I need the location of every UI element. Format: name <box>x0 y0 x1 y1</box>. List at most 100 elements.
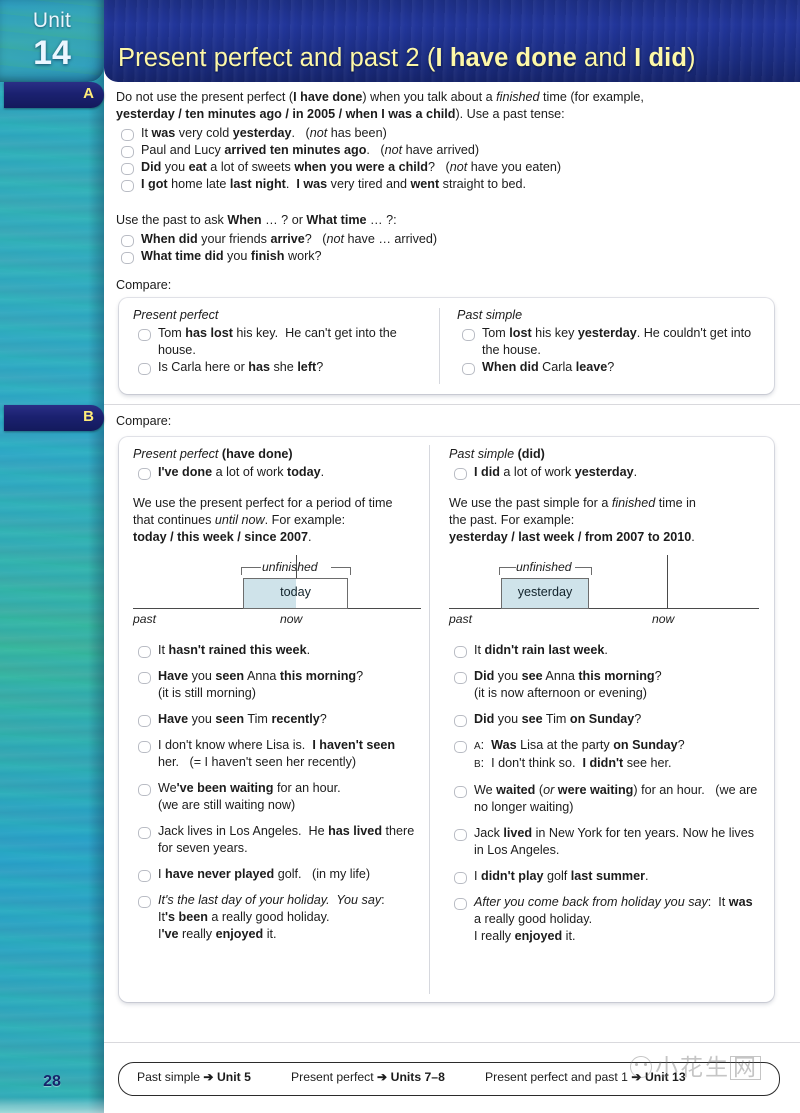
timeline-past-label: past <box>133 612 157 626</box>
list-item: Tom has lost his key. He can't get into … <box>133 325 433 359</box>
section-b-left-column: Present perfect (have done) I've done a … <box>133 446 421 546</box>
timeline-unfinished-label: unfinished <box>516 560 572 574</box>
list-item: Have you seen Anna this morning? (it is s… <box>133 668 421 702</box>
list-item: After you come back from holiday you say… <box>449 894 759 945</box>
bullet-circle-icon <box>138 826 151 839</box>
list-item: Did you see Tim on Sunday? <box>449 711 759 728</box>
footer-link-present-perfect[interactable]: Present perfect ➔ Units 7–8 <box>291 1070 445 1084</box>
bracket-left <box>499 567 516 575</box>
right-explain-line2: the past. For example: <box>449 513 575 527</box>
bullet-circle-icon <box>454 785 467 798</box>
footer-link-target: Units 7–8 <box>390 1070 445 1084</box>
bullet-circle-icon <box>121 128 134 141</box>
bullet-circle-icon <box>138 869 151 882</box>
bullet-circle-icon <box>454 714 467 727</box>
arrow-right-icon: ➔ <box>631 1070 642 1084</box>
timeline-period-box: today <box>243 578 348 609</box>
left-explanation: We use the present perfect for a period … <box>133 495 421 546</box>
section-b-compare-card: Present perfect (have done) I've done a … <box>119 437 774 1002</box>
margin-shadow-bottom <box>0 1097 104 1113</box>
timeline-present-perfect: today unfinished past now <box>133 555 421 627</box>
list-item: A: Was Lisa at the party on Sunday? B: I … <box>449 737 759 773</box>
col-heading-present-perfect: Present perfect (have done) <box>133 447 293 461</box>
list-item: It didn't rain last week. <box>449 642 759 659</box>
timeline-period-box: yesterday <box>501 578 589 609</box>
list-item: We've been waiting for an hour. (we are s… <box>133 780 421 814</box>
bullet-circle-icon <box>454 871 467 884</box>
bullet-circle-icon <box>454 740 467 753</box>
bracket-left <box>241 567 261 575</box>
bullet-circle-icon <box>121 145 134 158</box>
bullet-circle-icon <box>138 740 151 753</box>
bracket-right <box>575 567 592 575</box>
timeline-past-simple: yesterday unfinished past now <box>449 555 759 627</box>
compare-right-list: Tom lost his key yesterday. He couldn't … <box>457 325 762 376</box>
section-b-right-column: Past simple (did) I did a lot of work ye… <box>449 446 759 546</box>
list-item: I have never played golf. (in my life) <box>133 866 421 883</box>
list-item: It's the last day of your holiday. You s… <box>133 892 421 943</box>
title-part-1: Present perfect and past 2 ( <box>118 44 436 72</box>
compare-col-heading: Present perfect <box>133 308 219 322</box>
footer-divider <box>104 1042 800 1043</box>
section-a-intro-line2: yesterday / ten minutes ago / in 2005 / … <box>116 107 565 121</box>
timeline-now-label: now <box>280 612 303 626</box>
arrow-right-icon: ➔ <box>377 1070 388 1084</box>
list-item: I didn't play golf last summer. <box>449 868 759 885</box>
footer-link-target: Unit 13 <box>644 1070 686 1084</box>
timeline-box-label: today <box>280 585 311 599</box>
bullet-circle-icon <box>138 783 151 796</box>
list-item: Did you see Anna this morning? (it is now… <box>449 668 759 702</box>
section-a-compare-card: Present perfect Tom has lost his key. He… <box>119 298 774 394</box>
footer-link-text: Present perfect <box>291 1070 374 1084</box>
margin-shadow-right <box>88 0 104 1113</box>
section-a-compare-label: Compare: <box>116 278 172 292</box>
list-item: Did you eat a lot of sweets when you wer… <box>116 159 786 176</box>
section-tab-b[interactable]: B <box>4 405 104 431</box>
bullet-circle-icon <box>462 362 475 375</box>
bullet-circle-icon <box>138 895 151 908</box>
bullet-circle-icon <box>138 362 151 375</box>
list-item: Jack lived in New York for ten years. No… <box>449 825 759 859</box>
bullet-circle-icon <box>454 645 467 658</box>
footer-link-present-perfect-past-1[interactable]: Present perfect and past 1 ➔ Unit 13 <box>485 1070 686 1084</box>
bullet-circle-icon <box>138 328 151 341</box>
section-tab-b-letter: B <box>83 408 94 425</box>
list-item: Have you seen Tim recently? <box>133 711 421 728</box>
right-explain-line1: We use the past simple for a finished ti… <box>449 496 696 510</box>
section-b-compare-label: Compare: <box>116 414 172 428</box>
unit-label: Unit <box>32 9 72 32</box>
unit-badge: Unit 14 <box>0 0 104 82</box>
title-bold-2: I did <box>634 44 688 72</box>
compare-col-present-perfect: Present perfect Tom has lost his key. He… <box>133 307 433 376</box>
title-part-3: ) <box>687 44 696 72</box>
section-tab-a[interactable]: A <box>4 82 104 108</box>
bracket-right <box>331 567 351 575</box>
bullet-circle-icon <box>454 467 467 480</box>
section-a-past-bullet-list: When did your friends arrive? (not have … <box>116 231 786 265</box>
page-number: 28 <box>43 1073 61 1090</box>
list-item: I don't know where Lisa is. I haven't se… <box>133 737 421 771</box>
card-divider <box>439 308 440 384</box>
page-header-banner: Present perfect and past 2 (I have done … <box>104 0 800 82</box>
footer-link-past-simple[interactable]: Past simple ➔ Unit 5 <box>137 1070 251 1084</box>
bullet-circle-icon <box>138 467 151 480</box>
list-item: What time did you finish work? <box>116 248 786 265</box>
unit-number: 14 <box>33 34 71 72</box>
bullet-circle-icon <box>454 671 467 684</box>
card-divider <box>429 445 430 994</box>
bullet-circle-icon <box>138 714 151 727</box>
list-item: I've done a lot of work today. <box>133 464 421 481</box>
right-head-bullet: I did a lot of work yesterday. <box>449 464 759 481</box>
section-b-left-examples: It hasn't rained this week. Have you see… <box>133 642 421 952</box>
list-item: It hasn't rained this week. <box>133 642 421 659</box>
arrow-right-icon: ➔ <box>203 1070 214 1084</box>
footer-link-text: Past simple <box>137 1070 200 1084</box>
section-tab-a-letter: A <box>83 85 94 102</box>
compare-left-list: Tom has lost his key. He can't get into … <box>133 325 433 376</box>
left-explain-line2: that continues until now. For example: <box>133 513 346 527</box>
timeline-now-line <box>667 555 669 609</box>
list-item: Paul and Lucy arrived ten minutes ago. (… <box>116 142 786 159</box>
bullet-circle-icon <box>462 328 475 341</box>
footer-link-target: Unit 5 <box>217 1070 251 1084</box>
left-explain-line1: We use the present perfect for a period … <box>133 496 393 510</box>
